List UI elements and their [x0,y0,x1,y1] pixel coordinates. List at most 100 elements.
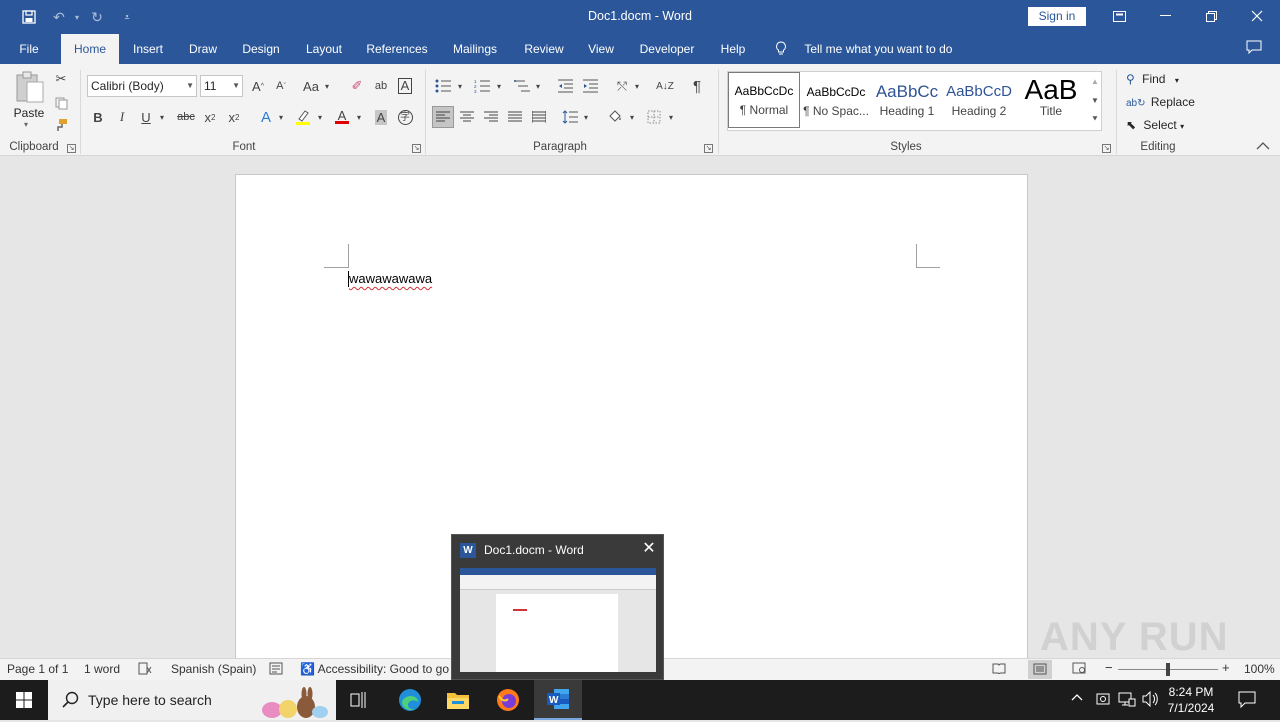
restore-icon[interactable] [1188,0,1234,32]
grow-font-icon[interactable]: A ^ [249,75,267,97]
borders-dropdown-icon[interactable]: ▾ [666,106,676,128]
character-shading-icon[interactable]: A [371,106,391,128]
minimize-icon[interactable] [1142,0,1188,32]
distributed-icon[interactable] [528,106,550,128]
print-layout-icon[interactable] [1028,660,1052,679]
windows-start-icon[interactable] [0,680,48,720]
change-case-dropdown-icon[interactable]: ▾ [322,75,332,97]
borders-icon[interactable] [644,106,664,128]
select-button[interactable]: ⬉ Select ▾ [1126,116,1184,134]
find-button[interactable]: ⚲ Find ▾ [1126,70,1179,88]
style-heading-1[interactable]: AaBbCc Heading 1 [871,74,943,128]
font-size-dropdown-icon[interactable]: ▼ [232,76,240,96]
multilevel-list-icon[interactable] [512,75,532,97]
highlight-icon[interactable] [292,106,314,128]
tab-review[interactable]: Review [518,34,570,64]
redo-icon[interactable]: ↻ [86,7,108,27]
paragraph-launcher-icon[interactable]: ↘ [704,144,713,153]
taskbar-thumbnail-preview[interactable]: W Doc1.docm - Word ✕ [451,534,664,680]
zoom-in-icon[interactable]: + [1222,660,1230,675]
save-icon[interactable] [18,7,40,27]
edge-browser-icon[interactable] [386,680,434,720]
paste-icon[interactable] [14,70,46,108]
cut-icon[interactable]: ✂ [52,68,70,90]
tab-home[interactable]: Home [61,34,119,64]
line-spacing-icon[interactable] [560,106,580,128]
style-normal[interactable]: AaBbCcDc ¶ Normal [728,72,800,128]
thumbnail-image[interactable] [460,568,656,672]
tab-layout[interactable]: Layout [298,34,350,64]
align-right-icon[interactable] [480,106,502,128]
style-title[interactable]: AaB Title [1015,74,1087,128]
proofing-icon[interactable] [138,662,152,678]
font-launcher-icon[interactable]: ↘ [412,144,421,153]
volume-icon[interactable] [1142,690,1160,710]
highlight-dropdown-icon[interactable]: ▾ [315,106,325,128]
styles-launcher-icon[interactable]: ↘ [1102,144,1111,153]
tab-design[interactable]: Design [236,34,286,64]
shading-dropdown-icon[interactable]: ▾ [627,106,637,128]
line-spacing-dropdown-icon[interactable]: ▾ [581,106,591,128]
sort-icon[interactable]: A↓Z [655,75,675,97]
comments-icon[interactable] [1246,40,1266,58]
styles-more-icon[interactable]: ⯆ [1089,110,1101,129]
show-formatting-marks-icon[interactable]: ¶ [687,75,707,97]
file-explorer-icon[interactable] [434,680,482,720]
customize-qat-icon[interactable]: ⩡ [116,7,138,27]
asian-layout-icon[interactable]: ⤲ [612,75,632,97]
font-name-dropdown-icon[interactable]: ▼ [186,76,194,96]
tab-references[interactable]: References [362,34,432,64]
sign-in-button[interactable]: Sign in [1028,7,1086,26]
text-effects-icon[interactable]: A [256,106,276,128]
zoom-level[interactable]: 100% [1244,662,1275,676]
text-effects-dropdown-icon[interactable]: ▾ [276,106,286,128]
close-icon[interactable]: ✕ [640,540,658,558]
align-center-icon[interactable] [456,106,478,128]
language[interactable]: Spanish (Spain) [171,662,256,676]
tab-draw[interactable]: Draw [182,34,224,64]
subscript-icon[interactable]: x2 [200,106,220,128]
replace-button[interactable]: ab↻ Replace [1126,93,1195,111]
numbering-icon[interactable]: 123 [472,75,492,97]
copy-icon[interactable] [52,92,70,114]
paste-button[interactable]: Paste [12,106,46,120]
ribbon-display-options-icon[interactable] [1096,0,1142,32]
close-icon[interactable] [1234,0,1280,32]
numbering-dropdown-icon[interactable]: ▾ [494,75,504,97]
accessibility-status[interactable]: ♿ Accessibility: Good to go [300,662,449,676]
enclose-characters-icon[interactable]: 字 [395,106,415,128]
bullets-dropdown-icon[interactable]: ▾ [455,75,465,97]
read-mode-icon[interactable] [992,662,1006,677]
styles-scroll-up-icon[interactable]: ▲ [1089,72,1101,91]
align-left-icon[interactable] [432,106,454,128]
clipboard-launcher-icon[interactable]: ↘ [67,144,76,153]
tab-mailings[interactable]: Mailings [446,34,504,64]
show-hidden-icons-icon[interactable] [1071,691,1083,705]
strikethrough-icon[interactable]: abc [174,106,198,128]
bullets-icon[interactable] [433,75,453,97]
superscript-icon[interactable]: x2 [224,106,244,128]
security-icon[interactable] [1095,691,1111,710]
decrease-indent-icon[interactable] [555,75,575,97]
zoom-out-icon[interactable]: − [1105,660,1113,675]
tab-view[interactable]: View [582,34,620,64]
network-icon[interactable] [1118,691,1136,710]
shading-icon[interactable] [604,106,626,128]
task-view-icon[interactable] [336,680,384,720]
underline-icon[interactable]: U [136,106,156,128]
page-count[interactable]: Page 1 of 1 [7,662,68,676]
tab-file[interactable]: File [10,34,48,64]
firefox-icon[interactable] [484,680,532,720]
web-layout-icon[interactable] [1072,662,1086,677]
font-size-combo[interactable]: 11 ▼ [200,75,243,97]
tab-help[interactable]: Help [714,34,752,64]
undo-dropdown-icon[interactable]: ▾ [66,7,88,27]
tab-developer[interactable]: Developer [634,34,700,64]
zoom-slider-thumb[interactable] [1166,663,1170,676]
paste-dropdown-icon[interactable]: ▾ [24,120,28,129]
phonetic-guide-icon[interactable]: ab [371,75,391,97]
text-predictions-icon[interactable] [269,662,283,678]
multilevel-dropdown-icon[interactable]: ▾ [533,75,543,97]
asian-layout-dropdown-icon[interactable]: ▾ [632,75,642,97]
character-border-icon[interactable]: A [395,75,415,97]
